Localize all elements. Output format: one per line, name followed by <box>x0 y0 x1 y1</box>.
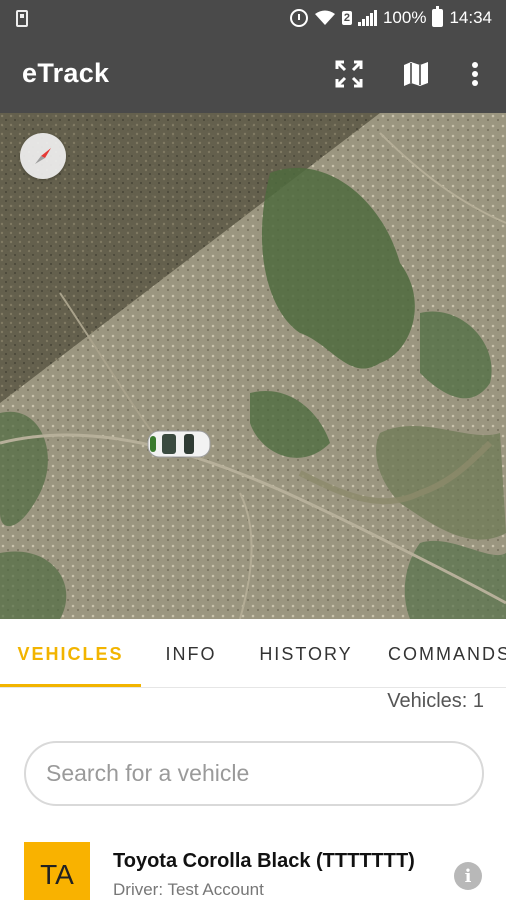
more-vert-icon[interactable] <box>457 56 493 92</box>
tab-history[interactable]: HISTORY <box>241 619 371 687</box>
alarm-icon <box>289 9 308 27</box>
vehicle-driver: Driver: Test Account <box>113 880 264 899</box>
status-time: 14:34 <box>449 8 492 27</box>
search-box[interactable] <box>24 741 484 806</box>
map-icon[interactable] <box>398 56 434 92</box>
battery-percent: 100% <box>382 8 427 27</box>
wifi-icon <box>314 10 336 26</box>
fullscreen-icon[interactable] <box>331 56 367 92</box>
vehicle-avatar: TA <box>24 842 90 900</box>
battery-icon <box>432 6 444 27</box>
sim-card-icon <box>16 10 28 27</box>
satellite-map[interactable] <box>0 113 506 619</box>
tab-bar: VEHICLES INFO HISTORY COMMANDS <box>0 619 506 687</box>
app-bar: eTrack <box>0 36 506 113</box>
tab-info[interactable]: INFO <box>141 619 241 687</box>
compass-icon[interactable] <box>20 133 66 179</box>
search-input[interactable] <box>46 743 466 804</box>
car-marker[interactable] <box>146 427 212 461</box>
signal-icon <box>357 10 377 26</box>
status-bar: 2 100% 14:34 <box>0 0 506 36</box>
info-icon[interactable]: i <box>454 862 482 890</box>
tab-vehicles[interactable]: VEHICLES <box>0 619 141 687</box>
tabs-divider <box>0 687 506 688</box>
sim-slot-badge: 2 <box>341 11 352 25</box>
list-item[interactable]: TA Toyota Corolla Black (TTTTTTT) Driver… <box>0 830 506 900</box>
app-title: eTrack <box>22 58 110 88</box>
tab-commands[interactable]: COMMANDS <box>388 619 506 687</box>
vehicle-name: Toyota Corolla Black (TTTTTTT) <box>113 850 415 872</box>
status-indicators: 2 100% 14:34 <box>289 0 492 36</box>
map-imagery <box>0 113 506 619</box>
vehicle-count: Vehicles: 1 <box>387 690 484 712</box>
